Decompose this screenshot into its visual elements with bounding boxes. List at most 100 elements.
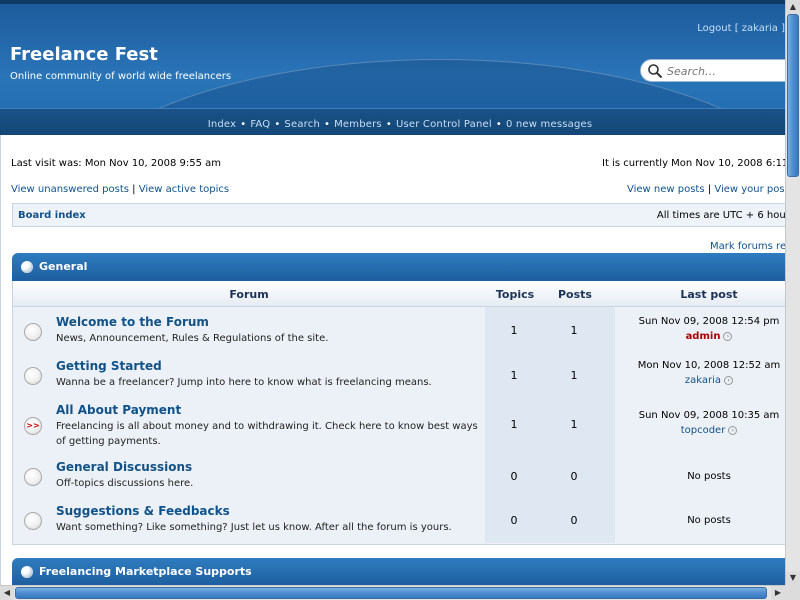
forum-unread-icon: >> — [24, 417, 42, 435]
nav-index[interactable]: Index — [208, 119, 237, 130]
site-description: Online community of world wide freelance… — [10, 71, 232, 82]
link-separator: | — [707, 184, 712, 195]
forum-posts-count: 1 — [570, 418, 578, 431]
forum-last-post: Sun Nov 09, 2008 12:54 pm admin › — [615, 316, 785, 342]
no-posts-text: No posts — [687, 515, 731, 526]
view-latest-post-icon[interactable]: › — [728, 425, 738, 435]
vertical-scrollbar[interactable]: ▲ ▼ — [785, 0, 800, 585]
link-separator: | — [132, 184, 136, 195]
view-latest-post-icon[interactable]: › — [723, 331, 733, 341]
nav-separator: • — [385, 119, 392, 130]
nav-members[interactable]: Members — [334, 119, 382, 130]
forum-description: Off-topics discussions here. — [56, 478, 194, 489]
forum-description: Freelancing is all about money and to wi… — [56, 421, 478, 447]
timezone-text: All times are UTC + 6 hours — [656, 210, 785, 221]
forum-row: General Discussions Off-topics discussio… — [13, 456, 785, 500]
search-icon — [648, 64, 663, 79]
nav-separator: • — [274, 119, 281, 130]
site-header: Freelance Fest Online community of world… — [0, 0, 785, 135]
nav-new-messages[interactable]: 0 new messages — [506, 119, 592, 130]
forum-read-icon — [24, 512, 42, 530]
forum-topics-count: 0 — [510, 470, 518, 483]
last-post-author-link[interactable]: admin — [686, 331, 721, 342]
forum-posts-count: 1 — [570, 324, 578, 337]
forum-description: Wanna be a freelancer? Jump into here to… — [56, 377, 432, 388]
nav-user-control-panel[interactable]: User Control Panel — [396, 119, 492, 130]
mark-forums-read-link[interactable]: Mark forums read — [710, 241, 785, 252]
forum-topics-count: 0 — [510, 514, 518, 527]
site-title[interactable]: Freelance Fest — [10, 44, 158, 65]
last-post-date: Sun Nov 09, 2008 10:35 am — [638, 410, 780, 421]
breadcrumb: Board index All times are UTC + 6 hours — [12, 203, 785, 227]
no-posts-text: No posts — [687, 471, 731, 482]
category-title[interactable]: Freelancing Marketplace Supports — [39, 565, 252, 578]
forum-description: News, Announcement, Rules & Regulations … — [56, 333, 329, 344]
header-topics: Topics — [495, 288, 535, 301]
header-last-post: Last post — [680, 288, 738, 301]
forum-table: Forum Topics Posts Last post Welcome to … — [12, 281, 785, 545]
forum-last-post: Sun Nov 09, 2008 10:35 am topcoder › — [615, 410, 785, 436]
forum-row: Welcome to the Forum News, Announcement,… — [13, 311, 785, 355]
forum-posts-count: 0 — [570, 470, 578, 483]
forum-last-post: Mon Nov 10, 2008 12:52 am zakaria › — [615, 360, 785, 386]
logout-link[interactable]: Logout [ zakaria ] — [697, 23, 785, 34]
view-active-topics-link[interactable]: View active topics — [139, 184, 229, 195]
page-content: Last visit was: Mon Nov 10, 2008 9:55 am… — [0, 135, 785, 585]
category-title[interactable]: General — [39, 260, 87, 273]
forum-topics-count: 1 — [510, 324, 518, 337]
forum-title-link[interactable]: Getting Started — [56, 359, 162, 373]
category-bullet-icon — [21, 566, 33, 578]
forum-title-link[interactable]: Welcome to the Forum — [56, 315, 209, 329]
last-post-date: Mon Nov 10, 2008 12:52 am — [637, 360, 781, 371]
forum-title-link[interactable]: General Discussions — [56, 460, 192, 474]
forum-read-icon — [24, 468, 42, 486]
search-links-right: View new posts | View your posts — [627, 184, 785, 195]
current-time-text: It is currently Mon Nov 10, 2008 6:11 pm — [602, 158, 785, 169]
forum-title-link[interactable]: Suggestions & Feedbacks — [56, 504, 230, 518]
table-header: Forum Topics Posts Last post — [13, 281, 785, 307]
category-header-marketplace: Freelancing Marketplace Supports — [12, 558, 785, 585]
view-latest-post-icon[interactable]: › — [724, 375, 734, 385]
category-header-general: General — [12, 253, 785, 281]
scroll-down-arrow-icon[interactable]: ▼ — [786, 571, 800, 585]
forum-title-link[interactable]: All About Payment — [56, 403, 181, 417]
forum-topics-count: 1 — [510, 418, 518, 431]
scroll-right-arrow-icon[interactable]: ▶ — [771, 586, 785, 600]
header-posts: Posts — [558, 288, 592, 301]
forum-row: >> All About Payment Freelancing is all … — [13, 399, 785, 455]
forum-topics-count: 1 — [510, 369, 518, 382]
search-input[interactable] — [667, 63, 777, 79]
nav-separator: • — [240, 119, 247, 130]
nav-search[interactable]: Search — [284, 119, 320, 130]
forum-description: Want something? Like something? Just let… — [56, 522, 452, 533]
scroll-up-arrow-icon[interactable]: ▲ — [786, 0, 800, 14]
last-post-author-link[interactable]: topcoder — [681, 425, 726, 436]
search-links-left: View unanswered posts | View active topi… — [11, 184, 229, 195]
nav-separator: • — [495, 119, 502, 130]
last-visit-text: Last visit was: Mon Nov 10, 2008 9:55 am — [11, 158, 222, 169]
forum-posts-count: 0 — [570, 514, 578, 527]
forum-read-icon — [24, 367, 42, 385]
scroll-left-arrow-icon[interactable]: ◀ — [0, 586, 14, 600]
horizontal-scrollbar[interactable]: ◀ ▶ — [0, 585, 785, 600]
forum-last-post: No posts — [615, 515, 785, 526]
forum-posts-count: 1 — [570, 369, 578, 382]
category-bullet-icon — [21, 261, 33, 273]
vertical-scroll-thumb[interactable] — [787, 14, 799, 177]
browser-viewport: Freelance Fest Online community of world… — [0, 0, 785, 585]
header-forum: Forum — [229, 288, 269, 301]
view-unanswered-link[interactable]: View unanswered posts — [11, 184, 129, 195]
nav-bar: Index • FAQ • Search • Members • User Control Pa… — [0, 108, 785, 135]
nav-faq[interactable]: FAQ — [250, 119, 270, 130]
horizontal-scroll-thumb[interactable] — [15, 587, 767, 599]
board-index-link[interactable]: Board index — [18, 210, 86, 221]
forum-row: Suggestions & Feedbacks Want something? … — [13, 500, 785, 544]
last-post-author-link[interactable]: zakaria — [685, 375, 721, 386]
view-new-posts-link[interactable]: View new posts — [627, 184, 705, 195]
nav-separator: • — [323, 119, 331, 130]
scrollbar-corner — [785, 585, 800, 600]
forum-last-post: No posts — [615, 471, 785, 482]
view-your-posts-link[interactable]: View your posts — [714, 184, 785, 195]
forum-read-icon — [24, 323, 42, 341]
search-box[interactable] — [640, 59, 785, 82]
